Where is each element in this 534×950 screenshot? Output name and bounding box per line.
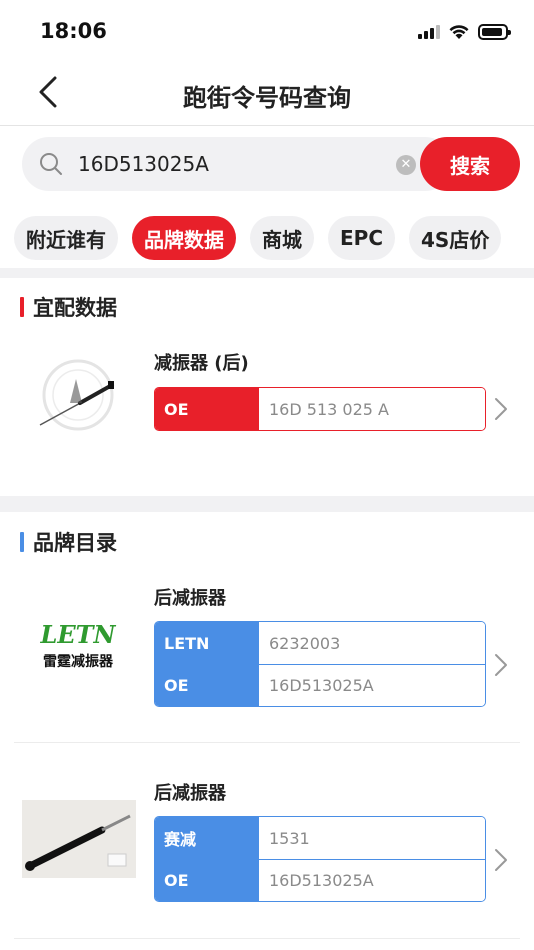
nav-bar: 跑街令号码查询 [0,60,534,126]
brand-logo-subtext: 雷霆减振器 [43,653,113,670]
code-row: OE 16D513025A [155,859,485,901]
code-label: OE [155,388,259,430]
status-icons [418,24,511,40]
brand-section-title: 品牌目录 [20,527,117,557]
code-table: LETN 6232003 OE 16D513025A [154,621,486,707]
code-label: 赛减 [155,817,259,859]
code-row: OE 16D513025A [155,664,485,706]
item-separator [14,938,520,939]
tab-nearby[interactable]: 附近谁有 [14,216,118,260]
code-value: 16D 513 025 A [259,388,485,430]
brand-logo: LETN 雷霆减振器 [22,608,134,684]
part-name: 后减振器 [154,783,226,804]
code-row: LETN 6232003 [155,622,485,664]
code-row: OE 16D 513 025 A [155,388,485,430]
code-table: 赛减 1531 OE 16D513025A [154,816,486,902]
code-label: OE [155,860,259,901]
search-box: ✕ [22,137,452,191]
filter-tabs: 附近谁有 品牌数据 商城 EPC 4S店价 [14,216,502,260]
chevron-right-icon[interactable] [494,653,508,677]
tab-brand-data[interactable]: 品牌数据 [132,216,236,260]
brand-logo-text: LETN [40,619,116,649]
chevron-right-icon[interactable] [494,397,508,421]
code-label: OE [155,665,259,706]
item-separator [14,742,520,743]
code-value: 1531 [259,817,485,859]
part-image [22,357,134,433]
page-title: 跑街令号码查询 [183,84,351,112]
section-accent-bar [20,297,24,317]
fit-section-title-text: 宜配数据 [33,296,117,320]
code-value: 16D513025A [259,665,485,706]
part-name: 减振器 (后) [154,353,249,374]
tab-4s-price[interactable]: 4S店价 [409,216,502,260]
code-value: 16D513025A [259,860,485,901]
code-label: LETN [155,622,259,664]
shock-absorber-image [39,359,114,431]
wifi-icon [449,25,469,39]
section-divider [0,496,534,512]
shock-absorber-image [25,814,131,871]
code-row: 赛减 1531 [155,817,485,859]
fit-section-title: 宜配数据 [20,292,117,322]
part-photo [22,800,136,878]
tab-epc[interactable]: EPC [328,216,395,260]
search-button[interactable]: 搜索 [420,137,520,191]
chevron-right-icon[interactable] [494,848,508,872]
search-icon [40,153,62,175]
search-input[interactable] [78,149,388,179]
tab-mall[interactable]: 商城 [250,216,314,260]
part-name: 后减振器 [154,588,226,609]
status-bar: 18:06 [0,0,534,60]
clear-icon[interactable]: ✕ [396,155,416,175]
code-value: 6232003 [259,622,485,664]
cellular-signal-icon [418,25,440,39]
brand-section-title-text: 品牌目录 [33,531,117,555]
status-time: 18:06 [40,19,107,43]
section-accent-bar [20,532,24,552]
search-bar: ✕ 搜索 [22,137,520,191]
section-divider [0,268,534,278]
code-table: OE 16D 513 025 A [154,387,486,431]
battery-icon [478,24,511,40]
